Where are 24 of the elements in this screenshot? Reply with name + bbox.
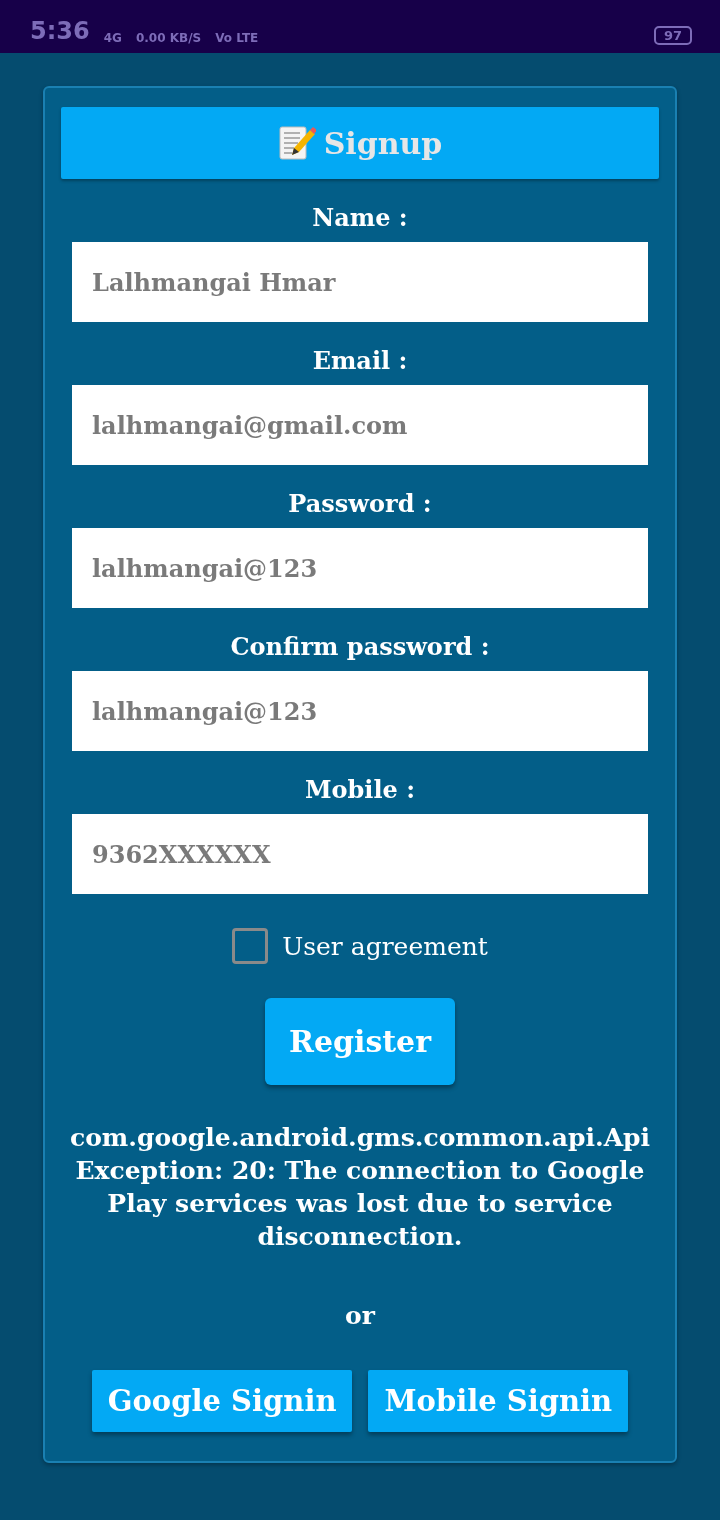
- agreement-label: User agreement: [282, 931, 488, 961]
- battery-level: 97: [653, 26, 692, 45]
- or-separator: or: [345, 1301, 375, 1330]
- signin-button[interactable]: Mobile Signin: [368, 1370, 629, 1432]
- error-message: com.google.android.gms.common.api.ApiException: 20: The connection to Google Play services was lost due to service disconnection.: [68, 1122, 652, 1253]
- status-time: 5:36: [30, 17, 90, 45]
- text-field[interactable]: Lalhmangai Hmar: [72, 242, 648, 322]
- text-field[interactable]: lalhmangai@123: [72, 528, 648, 608]
- text-field[interactable]: lalhmangai@gmail.com: [72, 385, 648, 465]
- network-speed: 0.00 KB/S: [135, 31, 202, 45]
- text-field[interactable]: lalhmangai@123: [72, 671, 648, 751]
- agreement-checkbox[interactable]: [232, 928, 269, 964]
- memo-icon: [277, 125, 316, 161]
- field-label: Confirm password :: [230, 632, 490, 661]
- text-field[interactable]: 9362XXXXXX: [72, 814, 648, 894]
- network-label: 4G: [103, 31, 122, 45]
- field-label: Email :: [312, 346, 408, 375]
- signin-button[interactable]: Google Signin: [91, 1370, 353, 1432]
- lte-label: Vo LTE: [215, 31, 259, 45]
- field-label: Name :: [312, 203, 408, 232]
- register-button[interactable]: Register: [265, 998, 455, 1085]
- field-label: Password :: [288, 489, 432, 518]
- field-label: Mobile :: [304, 775, 416, 804]
- header-title: Signup: [323, 125, 443, 161]
